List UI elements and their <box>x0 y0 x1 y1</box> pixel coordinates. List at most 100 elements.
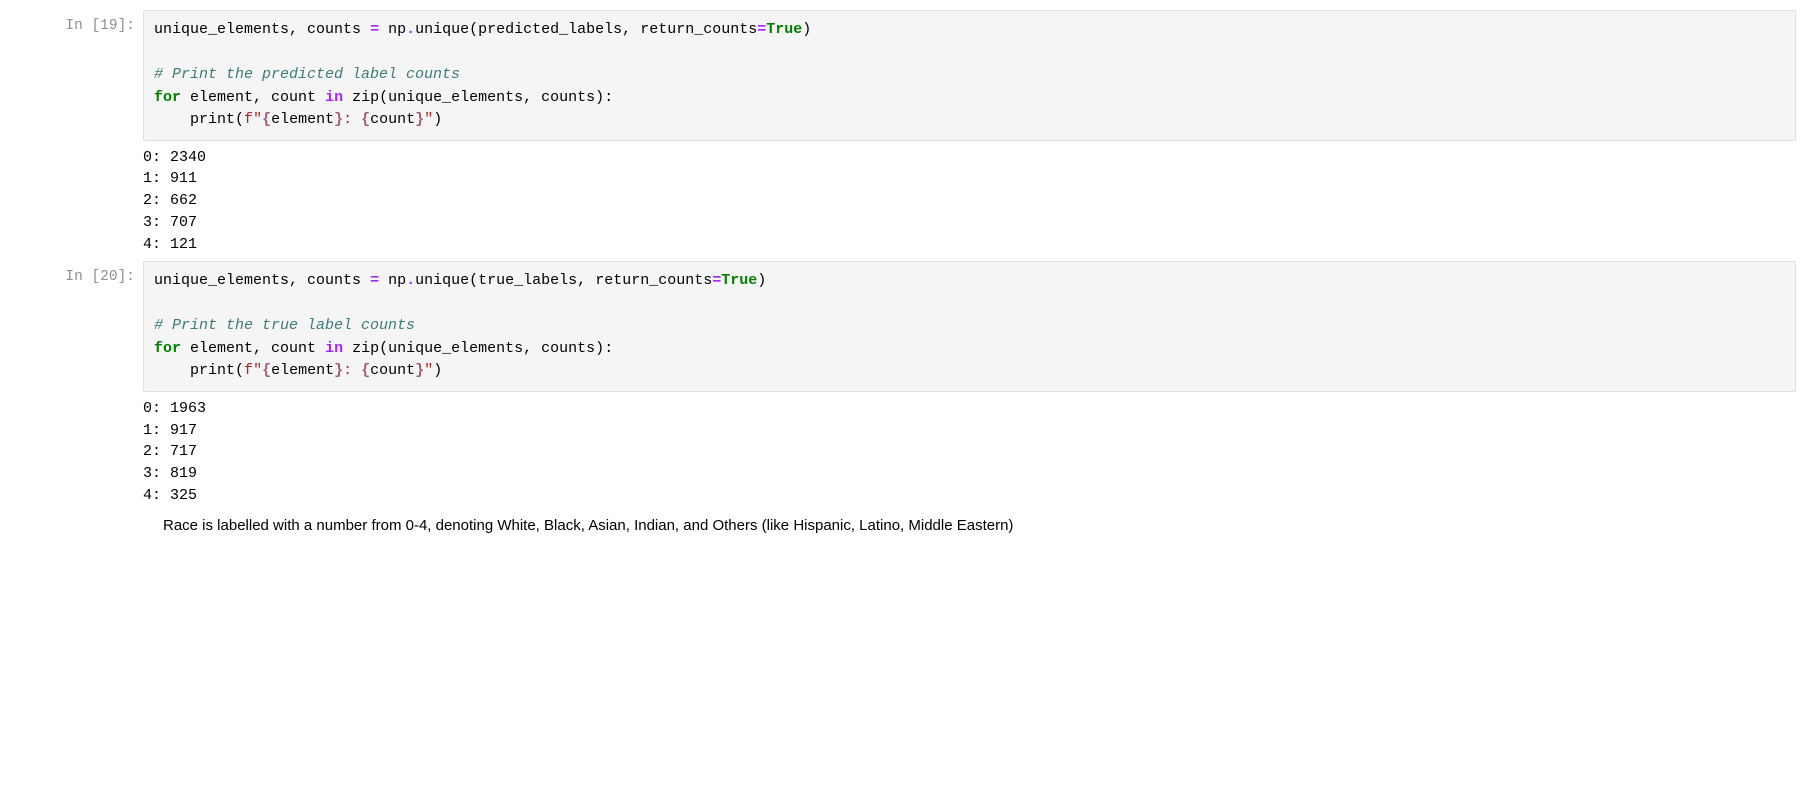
code-token: = <box>757 21 766 38</box>
code-token: counts <box>298 272 370 289</box>
code-token: , <box>523 340 532 357</box>
code-token: . <box>406 272 415 289</box>
markdown-prompt <box>20 513 143 538</box>
code-token: ) <box>433 111 442 128</box>
code-token: ( <box>469 272 478 289</box>
output-cell: 0: 1963 1: 917 2: 717 3: 819 4: 325 <box>20 392 1796 513</box>
code-token: ) <box>433 362 442 379</box>
code-token: , <box>523 89 532 106</box>
code-token: = <box>712 272 721 289</box>
code-comment: # Print the true label counts <box>154 317 415 334</box>
code-token: " <box>253 362 262 379</box>
code-token: { <box>361 362 370 379</box>
code-token: ) <box>595 340 604 357</box>
code-token: } <box>334 111 343 128</box>
code-token: { <box>262 362 271 379</box>
code-token: , <box>622 21 631 38</box>
code-token: " <box>253 111 262 128</box>
input-prompt: In [19]: <box>20 10 143 141</box>
code-token: zip <box>343 89 379 106</box>
code-input[interactable]: unique_elements, counts = np.unique(true… <box>143 261 1796 392</box>
code-token: } <box>415 362 424 379</box>
code-token: element <box>181 89 253 106</box>
cell-content: 0: 2340 1: 911 2: 662 3: 707 4: 121 <box>143 141 1796 262</box>
code-token: counts <box>298 21 370 38</box>
code-cell: In [19]: unique_elements, counts = np.un… <box>20 10 1796 141</box>
cell-content: unique_elements, counts = np.unique(pred… <box>143 10 1796 141</box>
code-token: print <box>190 111 235 128</box>
code-token: count <box>370 362 415 379</box>
code-token: , <box>253 340 262 357</box>
code-token: in <box>325 340 343 357</box>
code-token: = <box>370 21 379 38</box>
code-token: element <box>271 362 334 379</box>
code-token: predicted_labels <box>478 21 622 38</box>
output-cell: 0: 2340 1: 911 2: 662 3: 707 4: 121 <box>20 141 1796 262</box>
code-token: ) <box>595 89 604 106</box>
code-token: True <box>721 272 757 289</box>
code-token: f <box>244 111 253 128</box>
code-token: : <box>604 340 613 357</box>
code-token: counts <box>532 340 595 357</box>
code-token: True <box>766 21 802 38</box>
code-input[interactable]: unique_elements, counts = np.unique(pred… <box>143 10 1796 141</box>
code-token: zip <box>343 340 379 357</box>
code-token: ( <box>235 111 244 128</box>
code-token: ) <box>802 21 811 38</box>
code-token: element <box>181 340 253 357</box>
stdout-output: 0: 2340 1: 911 2: 662 3: 707 4: 121 <box>143 141 1796 262</box>
markdown-cell: Race is labelled with a number from 0-4,… <box>20 513 1796 538</box>
output-prompt <box>20 392 143 513</box>
code-token: { <box>361 111 370 128</box>
code-token: count <box>262 89 325 106</box>
code-token: unique <box>415 272 469 289</box>
code-token: f <box>244 362 253 379</box>
code-token: " <box>424 111 433 128</box>
markdown-text[interactable]: Race is labelled with a number from 0-4,… <box>143 513 1796 538</box>
code-token: ( <box>379 340 388 357</box>
code-token: " <box>424 362 433 379</box>
code-token: } <box>415 111 424 128</box>
cell-content: unique_elements, counts = np.unique(true… <box>143 261 1796 392</box>
stdout-output: 0: 1963 1: 917 2: 717 3: 819 4: 325 <box>143 392 1796 513</box>
code-token: ( <box>379 89 388 106</box>
code-token: count <box>262 340 325 357</box>
code-token <box>154 111 190 128</box>
code-token: return_counts <box>586 272 712 289</box>
code-token: , <box>289 272 298 289</box>
code-token: unique_elements <box>388 340 523 357</box>
code-token: print <box>190 362 235 379</box>
code-token: ( <box>469 21 478 38</box>
code-token: np <box>379 272 406 289</box>
code-token: } <box>334 362 343 379</box>
code-token: unique_elements <box>154 272 289 289</box>
code-token: unique_elements <box>388 89 523 106</box>
output-prompt <box>20 141 143 262</box>
code-token: for <box>154 89 181 106</box>
code-token: counts <box>532 89 595 106</box>
code-comment: # Print the predicted label counts <box>154 66 460 83</box>
code-token: element <box>271 111 334 128</box>
code-token: = <box>370 272 379 289</box>
code-token: np <box>379 21 406 38</box>
code-token: ) <box>757 272 766 289</box>
code-token: : <box>343 111 361 128</box>
cell-content: Race is labelled with a number from 0-4,… <box>143 513 1796 538</box>
cell-content: 0: 1963 1: 917 2: 717 3: 819 4: 325 <box>143 392 1796 513</box>
code-cell: In [20]: unique_elements, counts = np.un… <box>20 261 1796 392</box>
code-token: in <box>325 89 343 106</box>
code-token: unique <box>415 21 469 38</box>
code-token: true_labels <box>478 272 577 289</box>
code-token: unique_elements <box>154 21 289 38</box>
code-token: , <box>577 272 586 289</box>
code-token: , <box>253 89 262 106</box>
code-token: return_counts <box>631 21 757 38</box>
code-token <box>154 362 190 379</box>
code-token: for <box>154 340 181 357</box>
input-prompt: In [20]: <box>20 261 143 392</box>
code-token: , <box>289 21 298 38</box>
code-token: : <box>343 362 361 379</box>
code-token: : <box>604 89 613 106</box>
code-token: count <box>370 111 415 128</box>
code-token: ( <box>235 362 244 379</box>
